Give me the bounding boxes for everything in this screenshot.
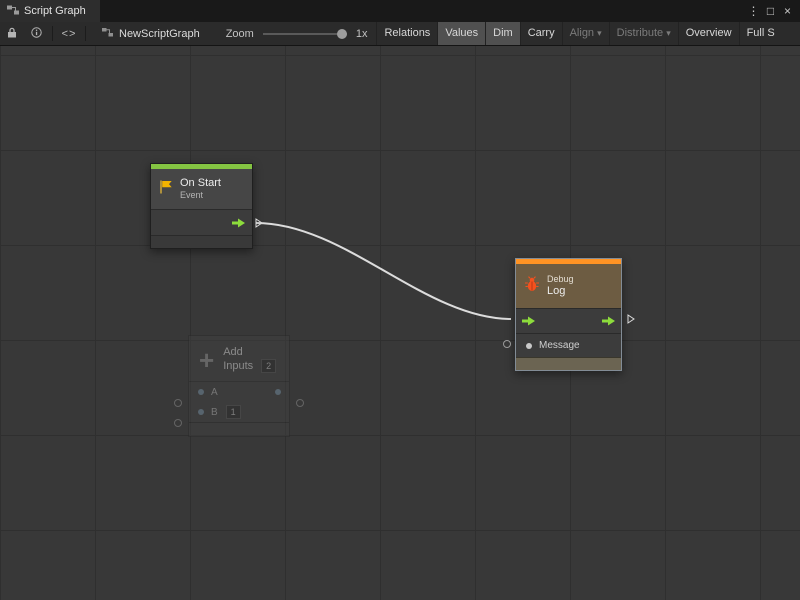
- node-subtitle: Event: [180, 190, 221, 201]
- window-controls: ⋮ □ ×: [745, 0, 800, 22]
- input-a-port[interactable]: [174, 399, 182, 407]
- values-button[interactable]: Values: [437, 22, 485, 45]
- code-icon: <>: [62, 28, 77, 40]
- message-input-port[interactable]: [503, 340, 511, 348]
- script-graph-window: Script Graph ⋮ □ × <> NewScript: [0, 0, 800, 600]
- node-port-row: [151, 209, 252, 235]
- tab-script-graph[interactable]: Script Graph: [0, 0, 100, 22]
- chevron-down-icon: ▾: [666, 28, 671, 38]
- node-subtitle: Inputs: [223, 360, 253, 373]
- input-b-port[interactable]: [174, 419, 182, 427]
- result-output-port[interactable]: [296, 399, 304, 407]
- node-add-group: + Add Inputs 2 A B: [170, 330, 310, 460]
- port-b-label: B: [211, 407, 218, 418]
- port-b-value-field[interactable]: 1: [226, 405, 241, 419]
- message-label: Message: [539, 340, 580, 351]
- graph-name[interactable]: NewScriptGraph: [102, 27, 200, 41]
- overview-button[interactable]: Overview: [678, 22, 739, 45]
- node-title-block: Debug Log: [547, 274, 574, 298]
- node-title-block: Add Inputs 2: [223, 346, 276, 373]
- toolbar-separator: [85, 26, 86, 41]
- zoom-slider-handle[interactable]: [337, 29, 347, 39]
- inputs-count-field[interactable]: 2: [261, 359, 276, 373]
- connection-wire: [0, 45, 800, 600]
- trigger-output-port[interactable]: [255, 218, 263, 228]
- graph-asset-icon: [102, 27, 113, 41]
- graph-toolbar: <> NewScriptGraph Zoom 1x Relations Valu…: [0, 22, 800, 46]
- zoom-slider-track[interactable]: [263, 33, 347, 35]
- port-b-dot[interactable]: [198, 409, 204, 415]
- lock-button[interactable]: [0, 22, 24, 45]
- bug-icon: [524, 276, 540, 297]
- node-header[interactable]: + Add Inputs 2: [189, 336, 289, 381]
- align-button[interactable]: Align ▾: [562, 22, 609, 45]
- distribute-button[interactable]: Distribute ▾: [609, 22, 678, 45]
- graph-canvas[interactable]: On Start Event: [0, 45, 800, 600]
- node-header[interactable]: Debug Log: [516, 264, 621, 308]
- node-header[interactable]: On Start Event: [151, 169, 252, 209]
- toolbar-buttons: Relations Values Dim Carry Align ▾ Distr…: [376, 22, 800, 45]
- relations-button[interactable]: Relations: [376, 22, 437, 45]
- result-port-dot[interactable]: [275, 389, 281, 395]
- info-button[interactable]: [24, 22, 48, 45]
- port-a-label: A: [211, 387, 218, 398]
- lock-icon: [7, 27, 17, 41]
- input-row-a[interactable]: A: [189, 381, 289, 402]
- align-button-label: Align: [570, 27, 594, 39]
- node-on-start[interactable]: On Start Event: [150, 163, 253, 249]
- node-title-block: On Start Event: [180, 177, 221, 201]
- chevron-down-icon: ▾: [597, 28, 602, 38]
- node-footer: [189, 422, 289, 436]
- dim-button[interactable]: Dim: [485, 22, 520, 45]
- maximize-icon[interactable]: □: [762, 0, 779, 22]
- zoom-slider[interactable]: [263, 29, 347, 39]
- trigger-input-arrow-icon[interactable]: [522, 317, 535, 326]
- plus-icon: +: [199, 348, 214, 372]
- close-icon[interactable]: ×: [779, 0, 796, 22]
- flag-icon: [159, 180, 173, 199]
- trigger-output-port[interactable]: [627, 314, 635, 324]
- port-a-dot[interactable]: [198, 389, 204, 395]
- script-graph-icon: [7, 4, 19, 19]
- trigger-output-arrow-icon[interactable]: [232, 218, 245, 227]
- zoom-value: 1x: [356, 28, 368, 40]
- node-title: On Start: [180, 177, 221, 190]
- node-footer: [516, 357, 621, 370]
- node-title: Log: [547, 285, 574, 298]
- trigger-output-arrow-icon[interactable]: [602, 317, 615, 326]
- code-view-button[interactable]: <>: [57, 22, 81, 45]
- info-icon: [31, 27, 42, 41]
- graph-name-label: NewScriptGraph: [119, 28, 200, 40]
- input-row-b[interactable]: B 1: [189, 402, 289, 422]
- node-port-row: [516, 308, 621, 333]
- carry-button[interactable]: Carry: [520, 22, 562, 45]
- toolbar-separator: [52, 26, 53, 41]
- node-debug-log[interactable]: Debug Log Message: [515, 258, 622, 371]
- message-port-dot[interactable]: [526, 343, 532, 349]
- zoom-control: Zoom 1x: [226, 28, 368, 40]
- title-bar: Script Graph ⋮ □ ×: [0, 0, 800, 22]
- window-menu-icon[interactable]: ⋮: [745, 0, 762, 22]
- fullscreen-button[interactable]: Full S: [739, 22, 782, 45]
- message-input-row[interactable]: Message: [516, 333, 621, 357]
- node-footer: [151, 235, 252, 248]
- tab-title: Script Graph: [24, 5, 86, 17]
- node-category: Debug: [547, 274, 574, 285]
- zoom-label: Zoom: [226, 28, 254, 40]
- node-title: Add: [223, 346, 276, 359]
- node-add[interactable]: + Add Inputs 2 A B: [188, 335, 290, 437]
- distribute-button-label: Distribute: [617, 27, 663, 39]
